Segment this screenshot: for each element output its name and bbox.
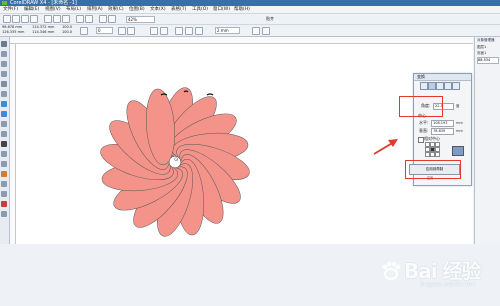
watermark-subtext: jingyan.baidu.com (420, 281, 476, 288)
docker-layer[interactable]: 图层1 (477, 45, 486, 49)
menu-arrange[interactable]: 排列(A) (87, 7, 103, 12)
menu-window[interactable]: 窗口(W) (213, 7, 230, 12)
save-icon[interactable] (21, 15, 29, 23)
docker-title: 对象管理器 (477, 38, 495, 42)
menu-help[interactable]: 帮助(H) (234, 7, 250, 12)
tab-size[interactable] (444, 82, 452, 90)
copy-icon[interactable] (53, 15, 61, 23)
angle-highlight-box (399, 96, 443, 117)
anchor-point[interactable] (435, 152, 440, 157)
canvas-svg: ⊙ (100, 87, 398, 237)
anchor-grid[interactable] (425, 142, 440, 157)
dialog-titlebar[interactable]: 变换 (414, 74, 471, 81)
h-label: 水平: (419, 120, 429, 125)
to-back-icon[interactable] (262, 27, 270, 35)
v-unit: mm (456, 129, 463, 133)
snap-label[interactable]: 贴齐 (266, 16, 274, 21)
menu-bar: 文件(F) 编辑(E) 视图(V) 布局(L) 排列(A) 效果(C) 位图(B… (0, 6, 500, 14)
dialog-title: 变换 (417, 74, 425, 79)
svg-text:⊙: ⊙ (174, 157, 178, 163)
trim-icon[interactable] (185, 27, 193, 35)
tab-position[interactable] (420, 82, 428, 90)
menu-file[interactable]: 文件(F) (3, 7, 18, 12)
rotation-field[interactable]: 0 (96, 27, 113, 34)
smart-fill-icon[interactable] (1, 91, 7, 97)
menu-tools[interactable]: 工具(O) (192, 7, 208, 12)
tab-skew[interactable] (452, 82, 460, 90)
menu-edit[interactable]: 编辑(E) (24, 7, 39, 12)
basic-shapes-icon[interactable] (1, 131, 7, 137)
menu-view[interactable]: 视图(V) (45, 7, 61, 12)
docker-field[interactable]: 88.534 (477, 57, 499, 64)
cut-icon[interactable] (44, 15, 52, 23)
fill-tool-icon[interactable] (1, 201, 7, 207)
property-bar: 96.678 mm 126.335 mm 114.372 mm 114.346 … (0, 25, 500, 37)
dimension-tool-icon[interactable] (1, 161, 7, 167)
menu-layout[interactable]: 布局(L) (66, 7, 81, 12)
to-front-icon[interactable] (252, 27, 260, 35)
toolbox (0, 37, 10, 257)
relative-center-label: 相对中心 (424, 136, 440, 141)
paste-icon[interactable] (62, 15, 70, 23)
new-icon[interactable] (3, 15, 11, 23)
y-field[interactable]: 126.335 mm (2, 30, 24, 35)
interactive-fill-icon[interactable] (1, 211, 7, 217)
zoom-tool-icon[interactable] (1, 71, 7, 77)
interactive-tool-icon[interactable] (1, 171, 7, 177)
h-input[interactable]: 108.193 (431, 120, 454, 127)
baidu-watermark: Bai 经验 jingyan.baidu.com (380, 254, 498, 288)
lock-ratio-icon[interactable] (80, 27, 88, 35)
paw-logo-icon (382, 261, 401, 280)
mirror-h-icon[interactable] (118, 27, 126, 35)
h-unit: mm (456, 121, 463, 125)
angle-unit: 度 (456, 104, 460, 108)
height-field[interactable]: 114.346 mm (32, 30, 54, 35)
weld-icon[interactable] (175, 27, 183, 35)
crop-tool-icon[interactable] (1, 61, 7, 67)
scale-h-field[interactable]: 100.0 (62, 30, 72, 35)
docker-page[interactable]: 页面1 (477, 51, 486, 55)
redo-icon[interactable] (85, 15, 93, 23)
horizontal-ruler (10, 37, 473, 44)
mirror-v-icon[interactable] (127, 27, 135, 35)
table-tool-icon[interactable] (1, 151, 7, 157)
outline-width-select[interactable]: 2 mm (215, 27, 240, 34)
undo-icon[interactable] (76, 15, 84, 23)
app-icon (2, 1, 7, 5)
watermark-text: Bai 经验 (404, 259, 482, 283)
v-input[interactable]: 78.839 (431, 128, 454, 135)
standard-toolbar: 42% 贴齐 (0, 14, 500, 25)
print-icon[interactable] (30, 15, 38, 23)
pick-tool-icon[interactable] (1, 41, 7, 47)
open-icon[interactable] (12, 15, 20, 23)
freehand-tool-icon[interactable] (1, 81, 7, 87)
export-icon[interactable] (108, 15, 116, 23)
eyedropper-icon[interactable] (1, 181, 7, 187)
menu-bitmaps[interactable]: 位图(B) (129, 7, 145, 12)
ellipse-tool-icon[interactable] (1, 111, 7, 117)
apply-highlight-box (405, 160, 461, 179)
menu-text[interactable]: 文本(X) (150, 7, 166, 12)
text-tool-icon[interactable] (1, 141, 7, 147)
object-manager-docker: 对象管理器 图层1 页面1 88.534 (474, 37, 500, 244)
intersect-icon[interactable] (195, 27, 203, 35)
combine-icon[interactable] (150, 27, 158, 35)
red-arrow (373, 139, 398, 155)
break-apart-icon[interactable] (160, 27, 168, 35)
polygon-tool-icon[interactable] (1, 121, 7, 127)
rectangle-tool-icon[interactable] (1, 101, 7, 107)
menu-table[interactable]: 表格(T) (171, 7, 186, 12)
tab-scale[interactable] (436, 82, 444, 90)
menu-effects[interactable]: 效果(C) (108, 7, 124, 12)
zoom-select[interactable]: 42% (126, 16, 155, 23)
v-label: 垂直: (419, 128, 429, 133)
tab-rotate[interactable] (428, 82, 436, 90)
drawing-canvas[interactable]: ⊙ (16, 44, 473, 244)
import-icon[interactable] (99, 15, 107, 23)
shape-tool-icon[interactable] (1, 51, 7, 57)
outline-tool-icon[interactable] (1, 191, 7, 197)
preview-icon (452, 146, 464, 156)
